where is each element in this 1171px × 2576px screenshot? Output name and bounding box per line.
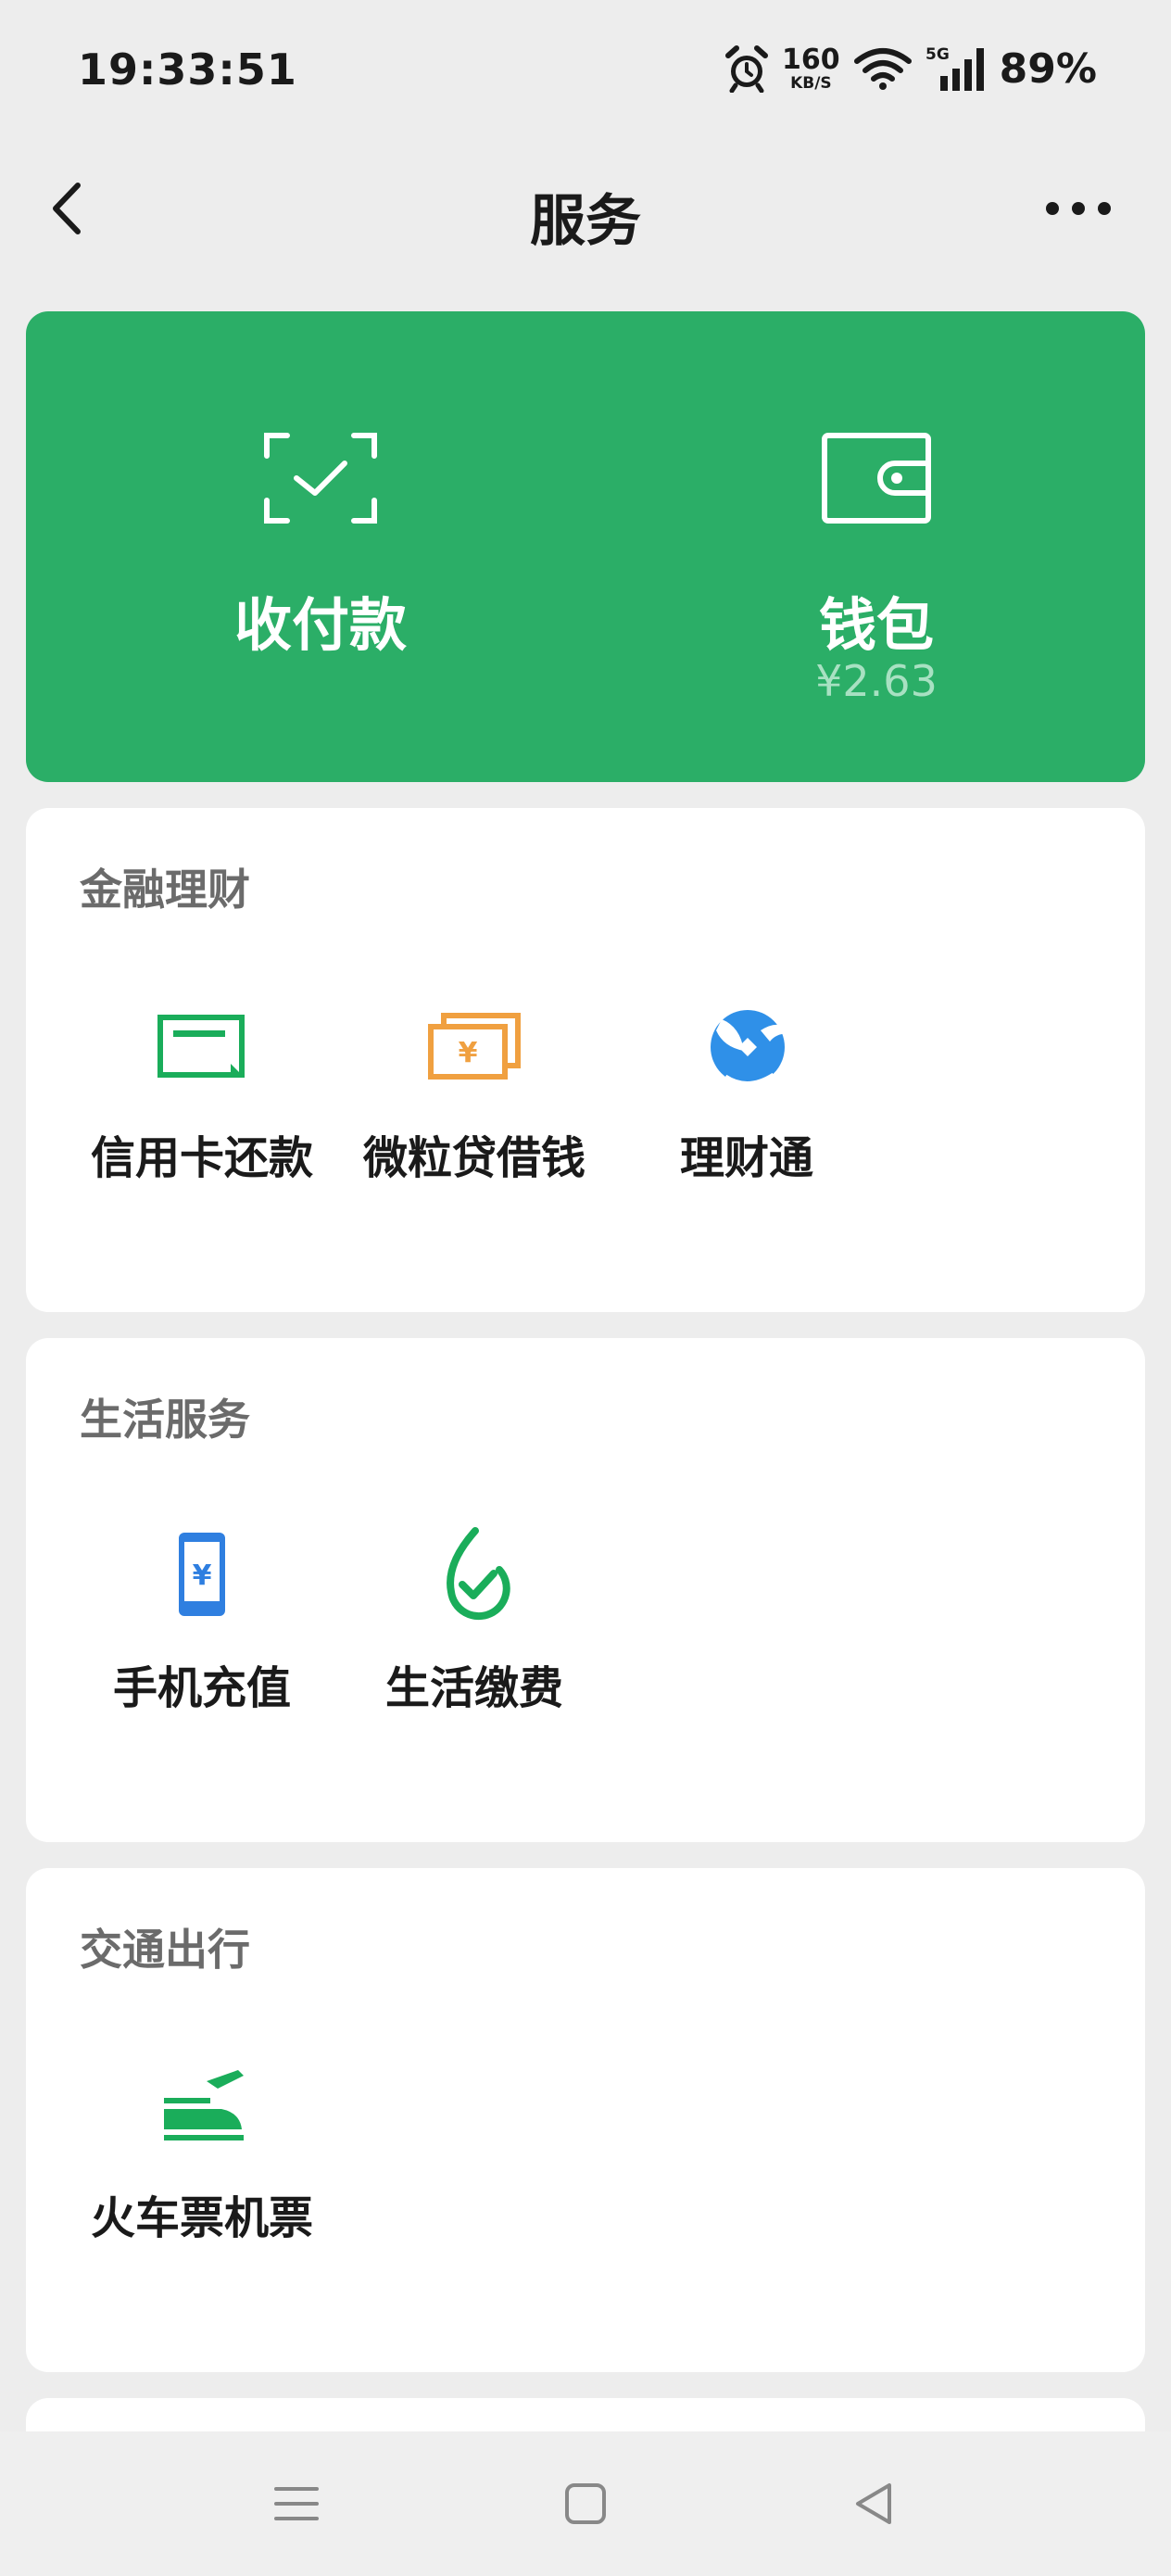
network-speed-unit: KB/S <box>790 73 832 93</box>
home-icon[interactable] <box>558 2476 613 2532</box>
page-title: 服务 <box>530 189 641 254</box>
section-finance: 金融理财 信用卡还款 ¥ 微粒贷借钱 理财通 <box>26 808 1145 1312</box>
wallet-balance: ¥2.63 <box>815 656 938 706</box>
service-label: 火车票机票 <box>90 2192 313 2244</box>
wifi-icon <box>853 48 912 90</box>
service-label: 微粒贷借钱 <box>362 1132 586 1184</box>
receive-pay-label: 收付款 <box>233 591 407 659</box>
service-credit-card[interactable]: 信用卡还款 <box>63 993 341 1197</box>
train-plane-icon <box>164 2070 244 2140</box>
status-bar: 19:33:51 160 KB/S 5G 89% <box>0 0 1171 139</box>
battery-level: 89% <box>999 44 1097 93</box>
system-nav-bar <box>0 2431 1171 2576</box>
header-bar: 服务 <box>0 139 1171 278</box>
receive-pay-button[interactable]: 收付款 <box>26 311 615 782</box>
credit-card-icon <box>157 1015 245 1078</box>
status-time: 19:33:51 <box>78 44 297 95</box>
service-label: 生活缴费 <box>384 1662 563 1714</box>
menu-icon[interactable] <box>269 2476 324 2532</box>
phone-recharge-icon: ¥ <box>179 1533 225 1616</box>
section-title: 交通出行 <box>80 1925 250 1975</box>
loan-icon: ¥ <box>428 1013 521 1080</box>
wallet-label: 钱包 <box>818 591 934 659</box>
service-train-plane[interactable]: 火车票机票 <box>63 2053 341 2257</box>
signal-icon: 5G <box>925 45 984 91</box>
back-triangle-icon[interactable] <box>847 2476 902 2532</box>
network-type: 5G <box>925 45 950 64</box>
network-speed: 160 KB/S <box>782 43 840 93</box>
section-transport: 交通出行 火车票机票 <box>26 1868 1145 2372</box>
section-life-services: 生活服务 ¥ 手机充值 生活缴费 <box>26 1338 1145 1842</box>
wealth-icon <box>711 1010 790 1086</box>
svg-text:¥: ¥ <box>193 1559 212 1592</box>
scan-pay-icon <box>264 433 377 524</box>
wallet-button[interactable]: 钱包 ¥2.63 <box>586 311 1167 782</box>
service-loan[interactable]: ¥ 微粒贷借钱 <box>335 993 613 1197</box>
pay-wallet-card: 收付款 钱包 ¥2.63 <box>26 311 1145 782</box>
service-phone-recharge[interactable]: ¥ 手机充值 <box>63 1523 341 1727</box>
alarm-icon <box>725 45 769 93</box>
service-label: 信用卡还款 <box>90 1132 313 1184</box>
network-speed-value: 160 <box>782 43 840 76</box>
svg-text:¥: ¥ <box>459 1037 478 1069</box>
service-label: 手机充值 <box>112 1662 291 1714</box>
wallet-icon <box>822 433 931 524</box>
service-utility-bill[interactable]: 生活缴费 <box>335 1523 613 1727</box>
utility-bill-icon <box>447 1527 510 1621</box>
more-icon[interactable] <box>1041 185 1115 232</box>
status-icons: 160 KB/S 5G 89% <box>724 41 1097 96</box>
service-label: 理财通 <box>679 1132 813 1184</box>
section-title: 生活服务 <box>80 1395 250 1445</box>
section-title: 金融理财 <box>80 865 250 915</box>
service-wealth[interactable]: 理财通 <box>608 993 886 1197</box>
